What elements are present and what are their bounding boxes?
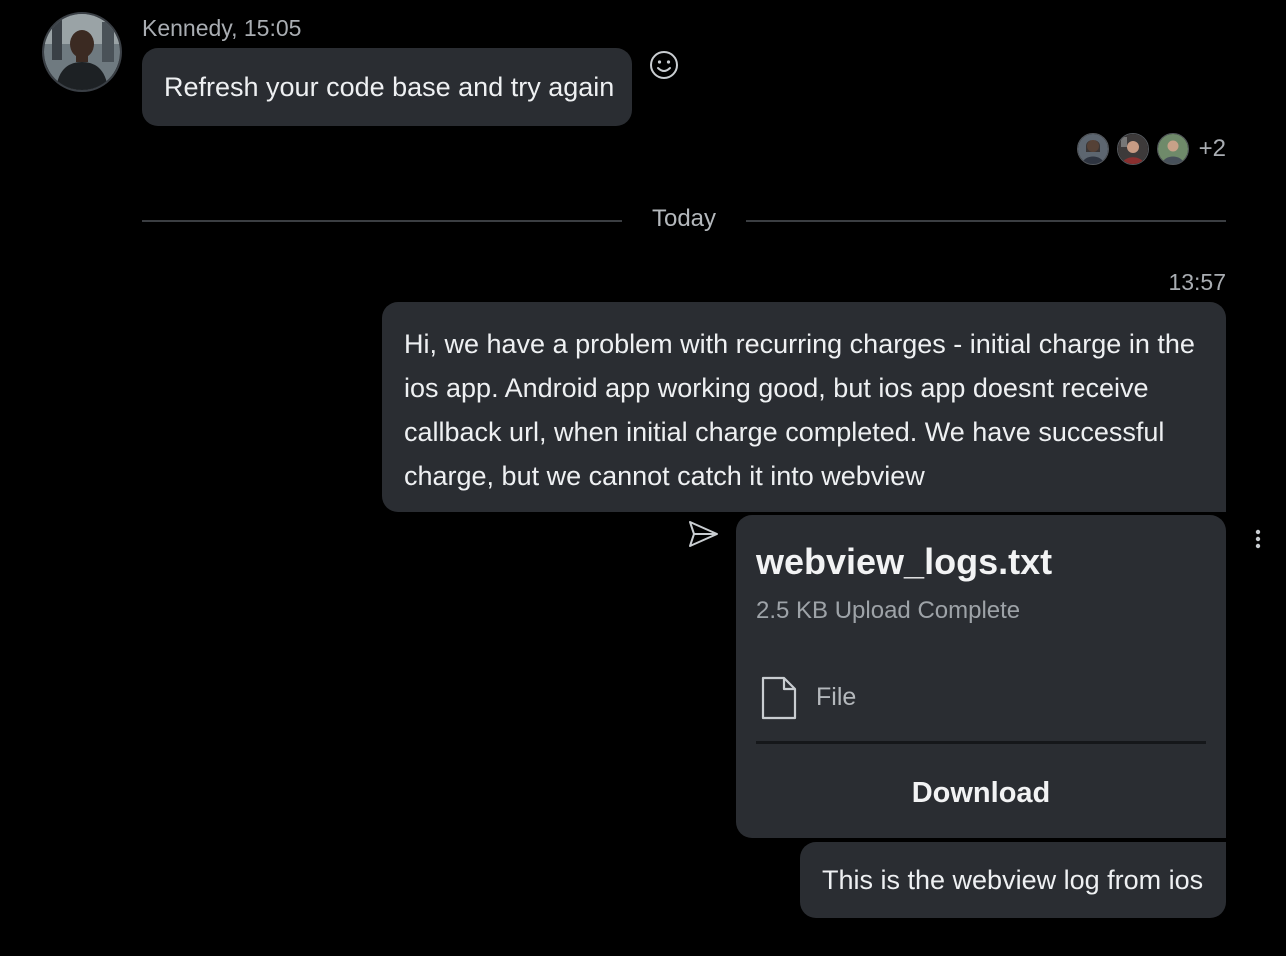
divider-line-right [746, 220, 1226, 222]
date-divider-label: Today [651, 205, 717, 232]
attachment-filename: webview_logs.txt [756, 541, 1053, 582]
sender-avatar[interactable] [42, 12, 122, 92]
attachment-type-label: File [816, 683, 857, 711]
vertical-ellipsis-icon[interactable] [1245, 524, 1271, 554]
document-icon [760, 675, 798, 721]
read-receipts[interactable]: +2 [1069, 133, 1226, 165]
more-readers-count: +2 [1198, 135, 1226, 162]
sender-name-time: Kennedy, 15:05 [142, 15, 302, 41]
divider-line-left [142, 220, 622, 222]
outgoing-timestamp: 13:57 [1168, 269, 1226, 295]
download-button[interactable]: Download [736, 753, 1226, 833]
reader-avatar [1156, 133, 1189, 165]
paper-plane-icon [686, 517, 720, 551]
user-avatar-photo [44, 14, 120, 90]
attachment-divider [756, 741, 1206, 744]
reader-avatar [1116, 133, 1149, 165]
incoming-message-bubble[interactable]: Refresh your code base and try again [142, 48, 632, 126]
attachment-size-status: 2.5 KB Upload Complete [756, 597, 1021, 624]
file-attachment-card[interactable]: webview_logs.txt 2.5 KB Upload Complete … [736, 515, 1226, 838]
smiley-icon[interactable] [647, 48, 681, 82]
outgoing-message-bubble-2[interactable]: This is the webview log from ios [800, 842, 1226, 918]
outgoing-message-bubble[interactable]: Hi, we have a problem with recurring cha… [382, 302, 1226, 512]
reader-avatar [1076, 133, 1109, 165]
